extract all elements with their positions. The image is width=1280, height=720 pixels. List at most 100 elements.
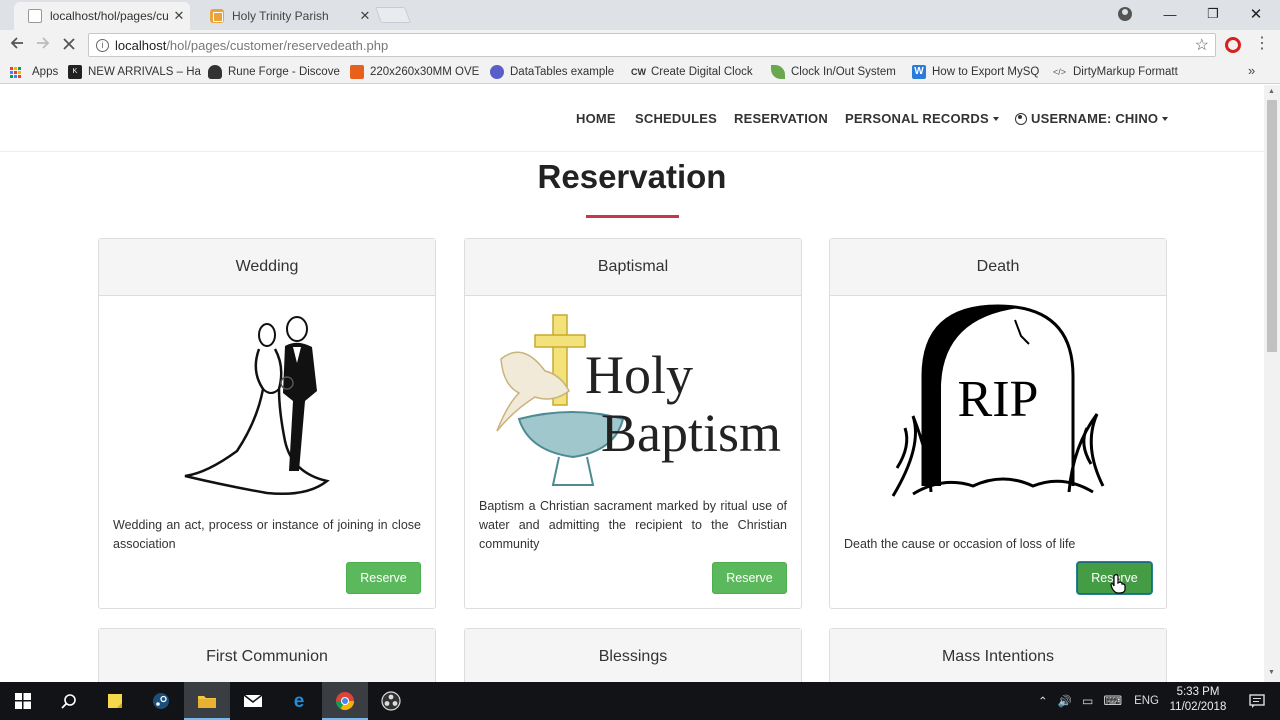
reserve-wedding-button[interactable]: Reserve — [346, 562, 421, 594]
minimize-button[interactable]: — — [1148, 0, 1192, 28]
address-bar[interactable]: i localhost/hol/pages/customer/reservede… — [88, 33, 1216, 57]
forward-button[interactable] — [32, 35, 54, 55]
volume-icon[interactable]: 🔊 — [1058, 694, 1072, 708]
tab-close-icon[interactable]: ✕ — [168, 8, 190, 24]
bookmark-clock-in-out[interactable]: Clock In/Out System — [771, 64, 896, 80]
caret-down-icon — [1162, 116, 1169, 121]
page-favicon-icon — [28, 9, 42, 23]
tray-expand-icon[interactable]: ⌃ — [1038, 694, 1048, 708]
bookmark-label: DataTables example — [510, 66, 615, 78]
mail-icon[interactable] — [230, 682, 276, 720]
stop-icon — [63, 38, 75, 50]
profile-button[interactable] — [1103, 0, 1147, 28]
shield-icon — [208, 65, 222, 79]
chrome-icon[interactable] — [322, 682, 368, 720]
bookmark-apps[interactable]: Apps — [10, 64, 58, 80]
wedding-couple-icon — [99, 296, 435, 506]
file-explorer-icon[interactable] — [184, 682, 230, 720]
bookmark-label: How to Export MySQ — [932, 66, 1040, 78]
input-language[interactable]: ENG — [1134, 695, 1159, 707]
tab-title: localhost/hol/pages/cust — [50, 9, 168, 23]
scroll-down-icon[interactable]: ▼ — [1268, 669, 1275, 676]
info-icon[interactable]: i — [96, 38, 109, 52]
maximize-button[interactable]: ❐ — [1191, 0, 1235, 28]
window-close-button[interactable]: ✕ — [1234, 0, 1278, 28]
browser-tab-parish[interactable]: Holy Trinity Parish ✕ — [196, 2, 376, 30]
bookmark-datatables[interactable]: DataTables example — [490, 64, 614, 80]
nav-schedules[interactable]: SCHEDULES — [635, 111, 717, 126]
forward-arrow-icon — [37, 37, 50, 49]
bookmark-label: DirtyMarkup Formatt — [1073, 66, 1178, 78]
windows-start-icon[interactable] — [0, 682, 46, 720]
card-title: First Communion — [99, 629, 435, 682]
card-wedding: Wedding Wedding an act, process or insta… — [98, 238, 436, 609]
title-divider — [586, 215, 679, 218]
nav-reservation[interactable]: RESERVATION — [734, 111, 828, 126]
keyboard-icon[interactable]: ⌨ — [1103, 693, 1122, 709]
card-title: Wedding — [99, 239, 435, 296]
network-icon[interactable]: ▭ — [1082, 694, 1093, 708]
stop-loading-button[interactable] — [58, 35, 80, 55]
card-blessings: Blessings — [464, 628, 802, 682]
card-description: Death the cause or occasion of loss of l… — [844, 537, 1076, 551]
bookmark-rune-forge[interactable]: Rune Forge - Discove — [208, 64, 340, 80]
scrollbar-thumb[interactable] — [1267, 100, 1277, 352]
card-first-communion: First Communion — [98, 628, 436, 682]
apps-grid-icon — [10, 66, 24, 78]
rip-text: RIP — [958, 371, 1039, 428]
taskbar-clock[interactable]: 5:33 PM 11/02/2018 — [1166, 685, 1230, 715]
scroll-up-icon[interactable]: ▲ — [1268, 88, 1275, 95]
tombstone-rip-icon: RIP — [891, 304, 1105, 497]
windows-taskbar: e ⌃ 🔊 ▭ ⌨ ENG 5:33 PM 11/02/2018 — [0, 682, 1280, 720]
bookmark-dirtymarkup[interactable]: </> DirtyMarkup Formatt — [1053, 64, 1178, 80]
baptism-text: Baptism — [601, 403, 781, 463]
nav-user-menu[interactable]: USERNAME: CHINO — [1015, 111, 1169, 126]
tombstone-rip-icon: RIP — [830, 296, 1166, 506]
clock-date: 11/02/2018 — [1169, 701, 1227, 713]
site-navbar: HOME SCHEDULES RESERVATION PERSONAL RECO… — [0, 85, 1264, 152]
new-tab-button[interactable] — [375, 7, 411, 23]
bookmark-export-mysql[interactable]: W How to Export MySQ — [912, 64, 1039, 80]
steam-icon[interactable] — [138, 682, 184, 720]
card-title: Death — [830, 239, 1166, 296]
holy-text: Holy — [585, 345, 693, 405]
profile-icon — [1118, 7, 1132, 21]
obs-icon[interactable] — [368, 682, 414, 720]
nav-home[interactable]: HOME — [576, 111, 616, 126]
bookmark-label: Clock In/Out System — [791, 66, 896, 78]
bookmark-new-arrivals[interactable]: K NEW ARRIVALS – Ha — [68, 64, 201, 80]
edge-icon[interactable]: e — [276, 682, 322, 720]
tab-close-icon[interactable]: ✕ — [354, 8, 376, 24]
bookmark-star-icon[interactable]: ☆ — [1195, 35, 1209, 55]
opera-extension-icon[interactable] — [1225, 37, 1241, 53]
reserve-baptismal-button[interactable]: Reserve — [712, 562, 787, 594]
tab-title: Holy Trinity Parish — [232, 9, 329, 23]
hand-cursor-icon — [1110, 574, 1126, 594]
nav-personal-records[interactable]: PERSONAL RECORDS — [845, 111, 999, 126]
bookmark-ebay-icon: K — [68, 65, 82, 79]
nav-username-label: USERNAME: CHINO — [1031, 111, 1159, 126]
bookmark-digital-clock[interactable]: CW Create Digital Clock — [631, 64, 753, 80]
browser-menu-icon[interactable]: ⋮ — [1254, 36, 1270, 52]
card-mass-intentions: Mass Intentions — [829, 628, 1167, 682]
back-button[interactable] — [6, 35, 28, 55]
browser-tab-active[interactable]: localhost/hol/pages/cust ✕ — [14, 2, 190, 30]
page-scrollbar[interactable]: ▲ ▼ — [1264, 85, 1280, 682]
parish-favicon-icon — [210, 9, 224, 23]
bookmark-220x260[interactable]: 220x260x30MM OVE — [350, 64, 479, 80]
holy-baptism-image: Holy Baptism — [496, 314, 781, 486]
browser-tab-bar: localhost/hol/pages/cust ✕ Holy Trinity … — [0, 0, 1280, 30]
bookmark-orange-icon — [350, 65, 364, 79]
svg-text:e: e — [294, 692, 305, 710]
card-description: Wedding an act, process or instance of j… — [113, 518, 421, 551]
search-icon[interactable] — [46, 682, 92, 720]
holy-baptism-icon: Holy Baptism — [465, 296, 801, 506]
page-title: Reservation — [537, 158, 727, 195]
user-circle-icon — [1015, 112, 1027, 125]
sticky-notes-icon[interactable] — [92, 682, 138, 720]
browser-toolbar: i localhost/hol/pages/customer/reservede… — [0, 30, 1280, 60]
notifications-icon[interactable] — [1234, 682, 1280, 720]
bookmark-label: Create Digital Clock — [651, 66, 753, 78]
bookmark-label: 220x260x30MM OVE — [370, 66, 480, 78]
more-bookmarks-icon[interactable]: » — [1248, 63, 1255, 78]
